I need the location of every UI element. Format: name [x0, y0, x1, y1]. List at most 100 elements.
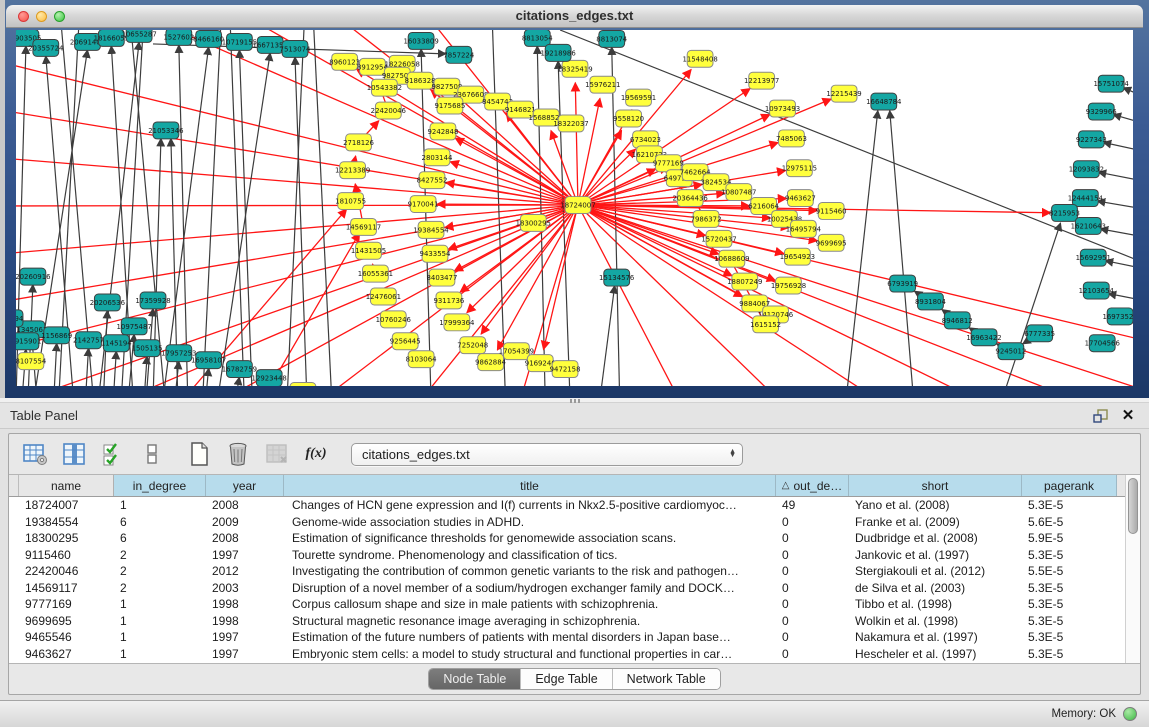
graph-node[interactable]: 15134576: [599, 269, 634, 286]
graph-node[interactable]: 17704566: [1085, 335, 1120, 352]
table-cell[interactable]: Embryonic stem cells: a model to study s…: [284, 647, 776, 661]
table-cell[interactable]: Estimation of the future numbers of pati…: [284, 630, 776, 644]
graph-node[interactable]: 9245012: [995, 343, 1026, 360]
graph-edge[interactable]: [314, 30, 332, 386]
graph-edge[interactable]: [1002, 223, 1061, 386]
table-cell[interactable]: 1: [114, 630, 206, 644]
graph-edge[interactable]: [600, 286, 615, 386]
column-header-short[interactable]: short: [849, 475, 1022, 496]
table-cell[interactable]: Franke et al. (2009): [849, 515, 1022, 529]
graph-node[interactable]: 8427552: [417, 172, 448, 189]
graph-node[interactable]: 18807249: [727, 273, 762, 290]
table-cell[interactable]: Dudbridge et al. (2008): [849, 531, 1022, 545]
table-cell[interactable]: de Silva et al. (2003): [849, 581, 1022, 595]
table-row[interactable]: 1830029562008Estimation of significance …: [9, 530, 1125, 547]
float-window-button[interactable]: [1089, 407, 1111, 425]
graph-node[interactable]: 9227343: [1076, 131, 1107, 148]
table-row[interactable]: 969969511998Structural magnetic resonanc…: [9, 613, 1125, 630]
graph-node[interactable]: 6777335: [1024, 325, 1055, 342]
table-cell[interactable]: 0: [776, 581, 849, 595]
table-cell[interactable]: 5.9E-5: [1022, 531, 1117, 545]
graph-node[interactable]: 20355724: [28, 39, 64, 56]
graph-node[interactable]: 18325419: [557, 60, 592, 77]
table-row[interactable]: 1872400712008Changes of HCN gene express…: [9, 497, 1125, 514]
graph-node[interactable]: 3915901: [16, 333, 41, 350]
table-cell[interactable]: 2003: [206, 581, 284, 595]
graph-node[interactable]: 21053346: [148, 122, 183, 139]
table-cell[interactable]: Jankovic et al. (1997): [849, 548, 1022, 562]
table-cell[interactable]: Tibbo et al. (1998): [849, 597, 1022, 611]
table-settings-button[interactable]: [21, 440, 49, 468]
graph-node[interactable]: 8960123: [329, 53, 360, 70]
graph-node[interactable]: 8403477: [427, 269, 458, 286]
table-cell[interactable]: 1997: [206, 647, 284, 661]
graph-node[interactable]: 9311736: [433, 292, 464, 309]
table-cell[interactable]: Yano et al. (2008): [849, 498, 1022, 512]
graph-node[interactable]: 11548408: [682, 50, 717, 67]
table-row[interactable]: 946362711997Embryonic stem cells: a mode…: [9, 646, 1125, 663]
column-header-title[interactable]: title: [284, 475, 776, 496]
graph-node[interactable]: 7252048: [457, 337, 488, 354]
table-cell[interactable]: Tourette syndrome. Phenomenology and cla…: [284, 548, 776, 562]
graph-node[interactable]: 16033809: [403, 32, 438, 49]
table-cell[interactable]: 9463627: [19, 647, 114, 661]
table-cell[interactable]: 2: [114, 564, 206, 578]
table-cell[interactable]: 0: [776, 630, 849, 644]
graph-node[interactable]: 16495794: [786, 220, 822, 237]
table-cell[interactable]: 1997: [206, 630, 284, 644]
table-cell[interactable]: Genome-wide association studies in ADHD.: [284, 515, 776, 529]
graph-edge[interactable]: [239, 50, 252, 386]
graph-node[interactable]: 15976211: [585, 76, 620, 93]
table-row[interactable]: 977716911998Corpus callosum shape and si…: [9, 596, 1125, 613]
graph-node[interactable]: 15692951: [1076, 249, 1111, 266]
table-cell[interactable]: 14569117: [19, 581, 114, 595]
graph-node[interactable]: 16973520: [1102, 308, 1133, 325]
unselect-all-button[interactable]: [138, 440, 166, 468]
graph-node[interactable]: 8813074: [596, 30, 627, 47]
graph-node[interactable]: 1527602: [163, 30, 194, 45]
graph-node[interactable]: 17359928: [135, 292, 170, 309]
table-cell[interactable]: 5.3E-5: [1022, 614, 1117, 628]
graph-node[interactable]: 9170046: [288, 383, 319, 386]
graph-edge[interactable]: [1123, 88, 1133, 97]
table-cell[interactable]: 1997: [206, 548, 284, 562]
close-panel-button[interactable]: ✕: [1117, 407, 1139, 425]
graph-edge[interactable]: [54, 343, 57, 386]
table-cell[interactable]: 49: [776, 498, 849, 512]
table-cell[interactable]: 5.3E-5: [1022, 597, 1117, 611]
graph-edge[interactable]: [86, 348, 89, 386]
table-cell[interactable]: 9777169: [19, 597, 114, 611]
graph-node[interactable]: 9699695: [816, 234, 847, 251]
graph-node[interactable]: 19569591: [621, 89, 656, 106]
new-column-button[interactable]: [185, 440, 213, 468]
show-columns-button[interactable]: [60, 440, 88, 468]
table-cell[interactable]: 0: [776, 564, 849, 578]
table-cell[interactable]: 22420046: [19, 564, 114, 578]
graph-node[interactable]: 20206536: [90, 294, 125, 311]
graph-node[interactable]: 10655287: [121, 30, 156, 42]
table-cell[interactable]: 2008: [206, 498, 284, 512]
graph-node[interactable]: 16648784: [866, 93, 902, 110]
table-row[interactable]: 1456911722003Disruption of a novel membe…: [9, 580, 1125, 597]
graph-node[interactable]: 12213389: [335, 162, 370, 179]
table-cell[interactable]: 1: [114, 614, 206, 628]
table-cell[interactable]: 0: [776, 647, 849, 661]
graph-node[interactable]: 18322037: [553, 115, 588, 132]
graph-node[interactable]: 2803144: [422, 149, 453, 166]
graph-node[interactable]: 10543382: [367, 79, 402, 96]
table-cell[interactable]: 0: [776, 548, 849, 562]
graph-node[interactable]: 6734023: [630, 131, 661, 148]
graph-node[interactable]: 2142757: [73, 332, 104, 349]
graph-node[interactable]: 9558120: [613, 110, 644, 127]
graph-node[interactable]: 12444154: [1068, 190, 1104, 207]
table-cell[interactable]: Stergiakouli et al. (2012): [849, 564, 1022, 578]
graph-edge[interactable]: [16, 205, 578, 256]
graph-node[interactable]: 12103654: [1079, 282, 1115, 299]
graph-node[interactable]: 15751074: [1094, 75, 1130, 92]
graph-node[interactable]: 8107554: [16, 353, 47, 370]
graph-node[interactable]: 9256445: [390, 333, 421, 350]
graph-node[interactable]: 10760246: [376, 311, 411, 328]
table-cell[interactable]: 2009: [206, 515, 284, 529]
graph-node[interactable]: 1156869: [41, 327, 72, 344]
graph-node[interactable]: 8103064: [406, 351, 437, 368]
